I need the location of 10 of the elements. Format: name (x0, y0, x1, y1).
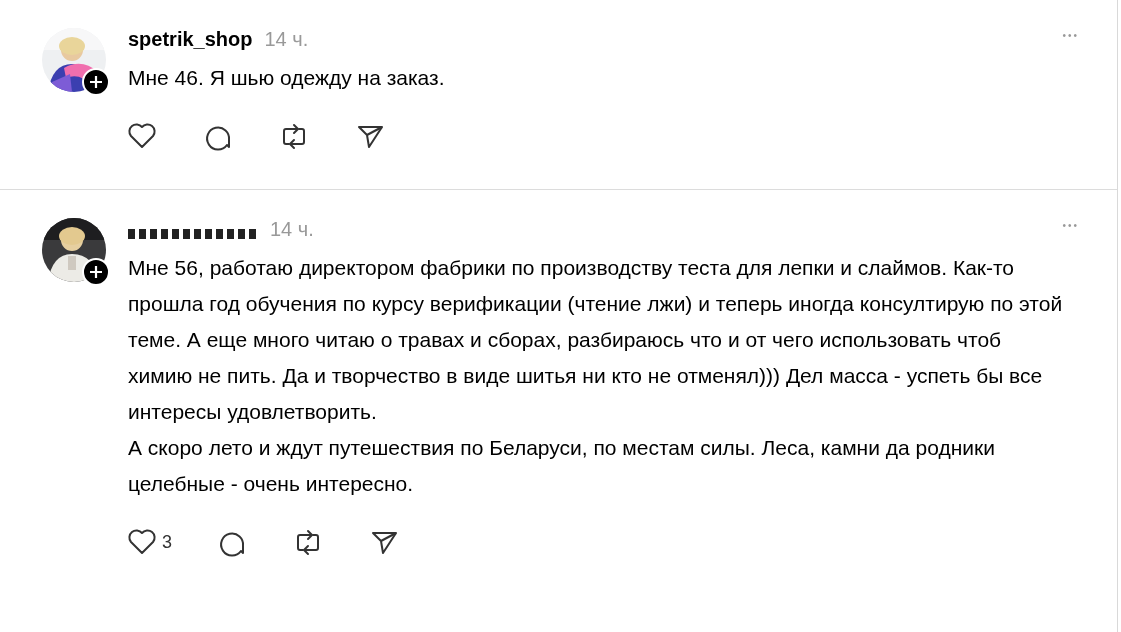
post-text: Мне 46. Я шью одежду на заказ. (128, 65, 446, 91)
post-text: А скоро лето и ждут путешествия по Беларуси, по местам силы. Леса, камни да родники целебные - очень интересно. (128, 435, 996, 497)
like-button[interactable]: 3 (126, 526, 172, 558)
post-text: Мне 56, работаю директором фабрики по производству теста для лепки и слаймов. Как-то прошла год обучения по курсу верификации (чтение лжи) и теперь иногда консултирую по этой теме. А еще много читаю о травах и сборах, разбираюсь что и от чего использовать чтоб химию не пить. Да и творчество в виде шитья ни кто не отменял))) Дел масса - успеть бы все интересы удовлетворить. (128, 255, 1063, 425)
post-time: 14 ч. (270, 218, 314, 241)
username[interactable]: spetrik_shop (128, 28, 253, 51)
like-count: 3 (162, 531, 172, 553)
follow-plus-icon[interactable] (82, 258, 110, 286)
post-time: 14 ч. (264, 28, 309, 51)
follow-plus-icon[interactable] (82, 68, 110, 96)
